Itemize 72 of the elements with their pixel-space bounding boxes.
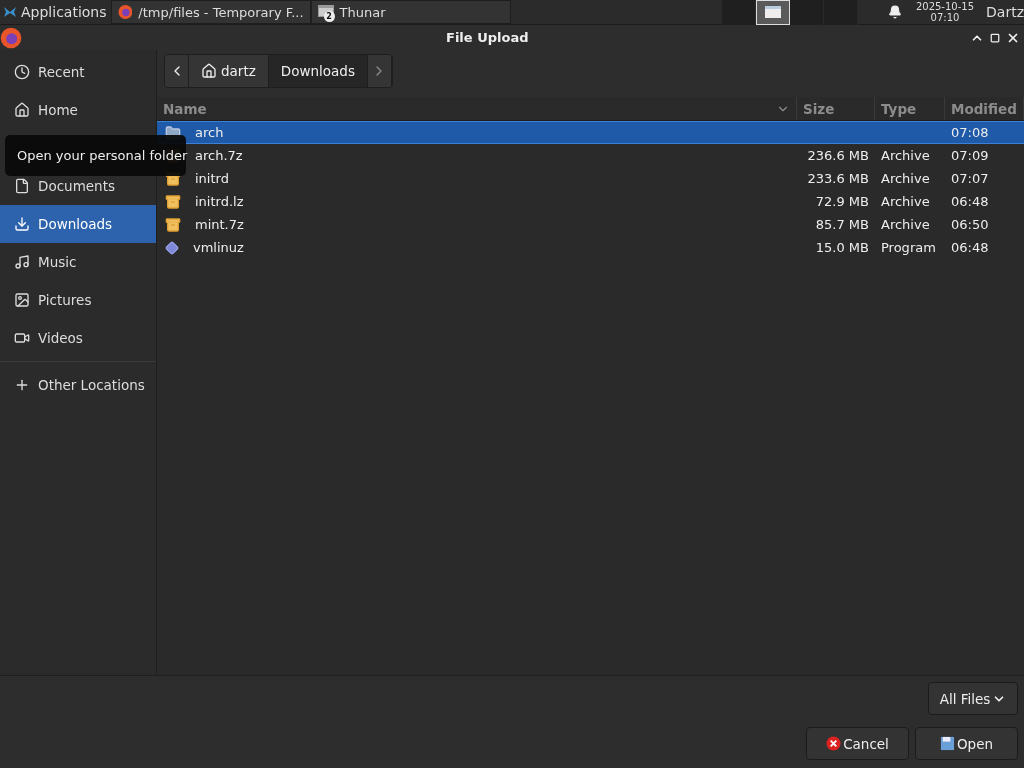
path-button[interactable]: dartz xyxy=(189,55,269,87)
cancel-icon xyxy=(826,736,842,751)
file-modified: 07:09 xyxy=(950,148,990,163)
column-header[interactable]: Type xyxy=(875,97,945,120)
taskbar-button[interactable]: /tmp/files - Temporary F... xyxy=(110,0,311,24)
taskbar-button[interactable]: 2 Thunar xyxy=(310,0,511,24)
file-filter-dropdown[interactable]: All Files xyxy=(928,682,1018,715)
file-name: initrd xyxy=(194,171,230,186)
file-size: 72.9 MB xyxy=(814,194,870,209)
archive-icon xyxy=(165,193,181,210)
back-button[interactable] xyxy=(165,55,189,87)
image-icon xyxy=(14,292,30,308)
file-name: mint.7z xyxy=(194,217,245,232)
window-icon xyxy=(317,5,334,19)
column-header[interactable]: Size xyxy=(797,97,875,120)
column-header[interactable]: Name xyxy=(157,97,797,120)
sidebar-item[interactable]: Home xyxy=(0,91,156,129)
sidebar-item[interactable]: Videos xyxy=(0,319,156,357)
clock-icon xyxy=(14,64,30,80)
sidebar-item[interactable]: Music xyxy=(0,243,156,281)
clock[interactable]: 2025-10-15 07:10 xyxy=(915,1,975,23)
download-icon xyxy=(14,216,30,232)
cancel-button[interactable]: Cancel xyxy=(806,727,909,760)
forward-button[interactable] xyxy=(367,55,392,87)
open-button[interactable]: Open xyxy=(915,727,1018,760)
count-badge: 2 xyxy=(323,11,335,22)
sidebar-item[interactable]: Other Locations xyxy=(0,366,156,404)
file-row[interactable]: vmlinuz 15.0 MB Program 06:48 xyxy=(157,236,1024,259)
file-row[interactable]: initrd.lz 72.9 MB Archive 06:48 xyxy=(157,190,1024,213)
file-size: 236.6 MB xyxy=(806,148,870,163)
file-type: Archive xyxy=(880,148,931,163)
window-icon xyxy=(764,6,781,18)
file-name: arch.7z xyxy=(194,148,244,163)
file-name: vmlinuz xyxy=(192,240,245,255)
browser-logo-icon xyxy=(117,4,133,20)
file-size: 15.0 MB xyxy=(814,240,870,255)
music-icon xyxy=(14,254,30,270)
diamond-icon xyxy=(165,240,179,255)
plus-icon xyxy=(14,377,30,393)
file-type: Program xyxy=(880,240,937,255)
file-size: 233.6 MB xyxy=(806,171,870,186)
file-size: 85.7 MB xyxy=(814,217,870,232)
file-modified: 06:48 xyxy=(950,240,990,255)
sidebar-item[interactable]: Downloads xyxy=(0,205,156,243)
sidebar-item[interactable]: Pictures xyxy=(0,281,156,319)
file-row[interactable]: arch 07:08 xyxy=(157,121,1024,144)
file-name: initrd.lz xyxy=(194,194,245,209)
video-icon xyxy=(14,330,30,346)
file-modified: 06:50 xyxy=(950,217,990,232)
bell-icon[interactable] xyxy=(887,5,902,19)
user-name[interactable]: Dartz xyxy=(986,4,1024,20)
home-icon xyxy=(201,63,217,79)
path-button[interactable]: Downloads xyxy=(268,55,368,87)
file-modified: 07:07 xyxy=(950,171,990,186)
file-type: Archive xyxy=(880,171,931,186)
window-title: File Upload xyxy=(446,30,529,45)
logo-icon xyxy=(2,4,18,20)
workspace-button[interactable] xyxy=(789,0,824,25)
column-header[interactable]: Modified xyxy=(945,97,1024,120)
browser-logo-icon xyxy=(0,26,22,49)
file-type: Archive xyxy=(880,194,931,209)
archive-icon xyxy=(165,216,181,233)
file-modified: 07:08 xyxy=(950,125,990,140)
maximize-icon[interactable] xyxy=(990,32,1000,43)
file-type: Archive xyxy=(880,217,931,232)
home-icon xyxy=(14,102,30,118)
file-modified: 06:48 xyxy=(950,194,990,209)
sidebar-item[interactable]: Recent xyxy=(0,53,156,91)
file-name: arch xyxy=(194,125,225,140)
tooltip: Open your personal folder xyxy=(5,135,186,176)
file-row[interactable]: mint.7z 85.7 MB Archive 06:50 xyxy=(157,213,1024,236)
applications-menu[interactable]: Applications xyxy=(0,4,111,20)
